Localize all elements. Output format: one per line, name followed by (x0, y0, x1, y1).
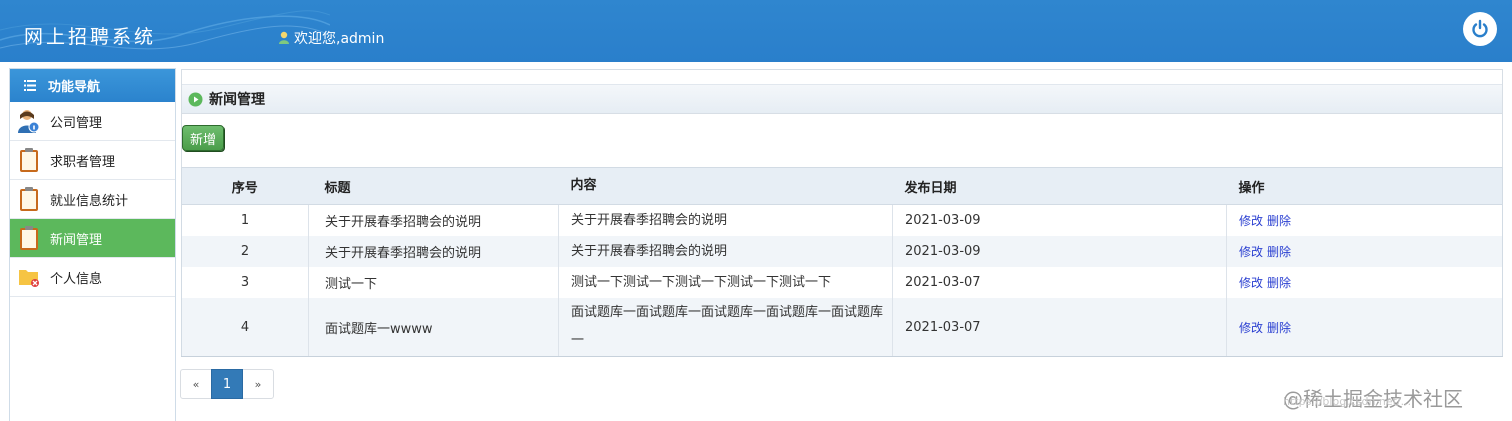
app-title: 网上招聘系统 (24, 26, 157, 48)
cell-date: 2021-03-07 (892, 267, 1227, 298)
column-header-content: 内容 (558, 167, 893, 205)
cell-number: 3 (181, 267, 309, 298)
watermark-url: https://blog.csdn.net/... (1283, 395, 1412, 408)
clipboard-icon (18, 186, 40, 212)
cell-content: 面试题库一面试题库一面试题库一面试题库一面试题库一 (558, 298, 893, 357)
pagination-next-button[interactable]: » (242, 369, 274, 399)
add-button[interactable]: 新增 (182, 125, 224, 151)
news-table: 序号 标题 内容 发布日期 操作 1 关于开展春季招聘会的说明 关于开展春季招聘… (181, 167, 1503, 357)
top-header: 网上招聘系统 欢迎您,admin (0, 0, 1512, 62)
edit-link[interactable]: 修改 (1239, 214, 1263, 228)
column-header-number: 序号 (181, 167, 309, 205)
delete-link[interactable]: 删除 (1267, 276, 1291, 290)
cell-actions: 修改 删除 (1226, 267, 1503, 298)
sidebar-heading: 功能导航 (10, 69, 175, 102)
cell-number: 2 (181, 236, 309, 267)
delete-link[interactable]: 删除 (1267, 245, 1291, 259)
sidebar-item-label: 公司管理 (50, 115, 103, 131)
sidebar-item-news[interactable]: 新闻管理 (10, 219, 175, 258)
power-icon (1472, 19, 1488, 38)
cell-number: 4 (181, 298, 309, 357)
clipboard-icon (18, 147, 40, 173)
table-header-row: 序号 标题 内容 发布日期 操作 (181, 167, 1503, 205)
logout-button[interactable] (1463, 12, 1497, 46)
cell-number: 1 (181, 204, 309, 236)
cell-actions: 修改 删除 (1226, 236, 1503, 267)
cell-actions: 修改 删除 (1226, 298, 1503, 357)
sidebar-item-employment-stats[interactable]: 就业信息统计 (10, 180, 175, 219)
cell-content: 关于开展春季招聘会的说明 (558, 236, 893, 267)
sidebar-item-label: 求职者管理 (50, 154, 116, 170)
delete-link[interactable]: 删除 (1267, 214, 1291, 228)
content-panel: 新闻管理 (181, 69, 1503, 168)
edit-link[interactable]: 修改 (1239, 276, 1263, 290)
cell-date: 2021-03-07 (892, 298, 1227, 357)
cell-content: 关于开展春季招聘会的说明 (558, 204, 893, 236)
cell-title: 测试一下 (308, 267, 559, 298)
edit-link[interactable]: 修改 (1239, 321, 1263, 335)
play-circle-icon (188, 92, 203, 106)
delete-link[interactable]: 删除 (1267, 321, 1291, 335)
panel-title: 新闻管理 (209, 92, 265, 108)
watermark: https://blog.csdn.net/... @稀土掘金技术社区 (1283, 383, 1463, 412)
sidebar-heading-label: 功能导航 (48, 80, 101, 95)
sidebar-item-label: 个人信息 (50, 271, 103, 287)
welcome-text: 欢迎您,admin (294, 31, 385, 47)
pagination-page-1[interactable]: 1 (211, 369, 243, 399)
panel-header: 新闻管理 (182, 84, 1502, 114)
cell-date: 2021-03-09 (892, 236, 1227, 267)
clipboard-icon (18, 225, 40, 251)
sidebar: 功能导航 公司管理 求职者管理 就业信息统计 新闻管理 个人信息 (9, 68, 176, 421)
column-header-title: 标题 (308, 167, 559, 205)
column-header-date: 发布日期 (892, 167, 1227, 205)
welcome-message: 欢迎您,admin (278, 28, 384, 48)
table-row: 2 关于开展春季招聘会的说明 关于开展春季招聘会的说明 2021-03-09 修… (181, 236, 1503, 267)
sidebar-item-profile[interactable]: 个人信息 (10, 258, 175, 297)
sidebar-item-label: 就业信息统计 (50, 193, 129, 209)
edit-link[interactable]: 修改 (1239, 245, 1263, 259)
table-row: 4 面试题库一wwww 面试题库一面试题库一面试题库一面试题库一面试题库一 20… (181, 298, 1503, 357)
user-admin-icon (18, 108, 40, 134)
cell-title: 关于开展春季招聘会的说明 (308, 204, 559, 236)
sidebar-item-jobseekers[interactable]: 求职者管理 (10, 141, 175, 180)
cell-actions: 修改 删除 (1226, 204, 1503, 236)
table-row: 1 关于开展春季招聘会的说明 关于开展春季招聘会的说明 2021-03-09 修… (181, 204, 1503, 236)
cell-title: 关于开展春季招聘会的说明 (308, 236, 559, 267)
pagination: « 1 » (180, 369, 274, 399)
pagination-prev-button[interactable]: « (180, 369, 212, 399)
cell-date: 2021-03-09 (892, 204, 1227, 236)
user-icon (279, 31, 289, 44)
list-icon (24, 80, 36, 91)
sidebar-item-company[interactable]: 公司管理 (10, 102, 175, 141)
cell-title: 面试题库一wwww (308, 298, 559, 357)
sidebar-item-label: 新闻管理 (50, 232, 103, 248)
cell-content: 测试一下测试一下测试一下测试一下测试一下 (558, 267, 893, 298)
column-header-actions: 操作 (1226, 167, 1503, 205)
table-row: 3 测试一下 测试一下测试一下测试一下测试一下测试一下 2021-03-07 修… (181, 267, 1503, 298)
folder-icon (18, 264, 40, 290)
